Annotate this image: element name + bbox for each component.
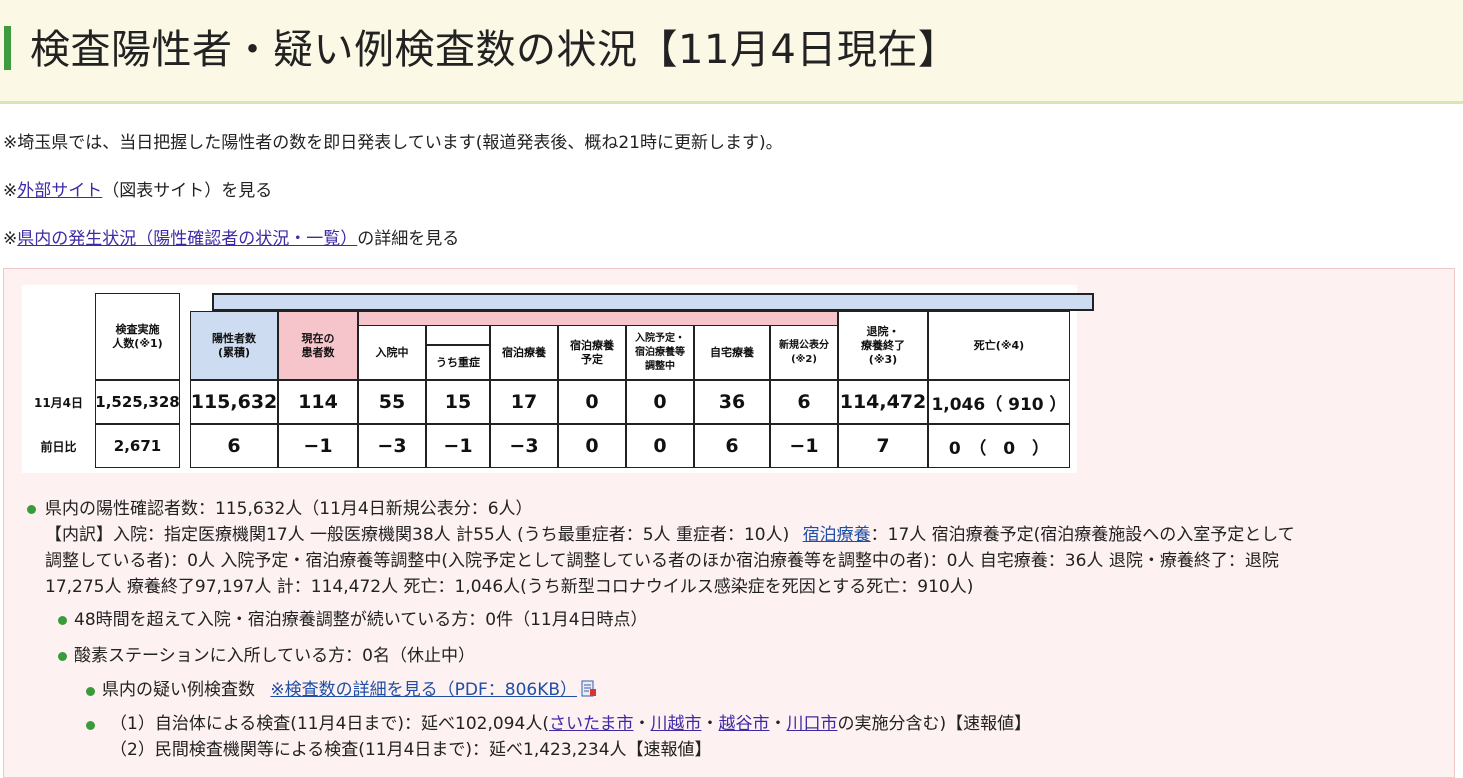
breakdown-text-1b: ：17人 宿泊療養予定(宿泊療養施設への入室予定として (870, 525, 1295, 545)
private-tests-line: （2）民間検査機関等による検査(11月4日まで)：延べ1,423,234人【速報… (110, 740, 712, 760)
external-site-line: ※外部サイト（図表サイト）を見る (3, 179, 272, 203)
cell-positives: 115,632 (190, 380, 278, 424)
breakdown-line-1: 【内訳】入院：指定医療機関17人 一般医療機関38人 計55人 (うち最重症者：… (45, 522, 1295, 548)
bullet-icon (58, 616, 67, 625)
waiting-adjustment: 48時間を超えて入院・宿泊療養調整が続いている方：0件（11月4日時点） (74, 610, 648, 630)
cell-recovered: 114,472 (838, 380, 928, 424)
local-tests-prefix: （1）自治体による検査(11月4日まで)：延べ102,094人( (110, 714, 549, 734)
header-pink-band (358, 311, 838, 325)
row-label-today: 11月4日 (33, 395, 84, 410)
row-label-diff: 前日比 (40, 439, 77, 454)
kawaguchi-city-link[interactable]: 川口市 (786, 714, 837, 734)
cell-adjusting-diff: 0 (626, 424, 694, 468)
cell-home: 36 (694, 380, 770, 424)
cell-recovered-diff: 7 (838, 424, 928, 468)
cell-tests: 1,525,328 (95, 380, 180, 424)
oxygen-station: 酸素ステーションに入所している方：0名（休止中） (74, 646, 475, 666)
title-accent-bar (4, 26, 11, 70)
cell-current-diff: −1 (278, 424, 358, 468)
outbreak-status-line: ※県内の発生状況（陽性確認者の状況・一覧）の詳細を見る (3, 227, 459, 251)
cell-new-published: 6 (770, 380, 838, 424)
bullet-icon (86, 687, 95, 696)
header-recovered: 退院・ 療養終了 (※3) (838, 311, 928, 380)
cell-home-diff: 6 (694, 424, 770, 468)
header-severe: うち重症 (426, 345, 490, 380)
separator: ・ (769, 714, 787, 734)
cell-hotel: 17 (490, 380, 558, 424)
header-hotel-planned: 宿泊療養 予定 (558, 325, 626, 380)
cell-deaths-diff: 0 （ 0 ） (928, 424, 1070, 468)
header-hospitalized: 入院中 (358, 325, 426, 380)
test-details-pdf-link[interactable]: ※検査数の詳細を見る（PDF：806KB） (270, 680, 577, 700)
header-severe-top (426, 325, 490, 345)
external-site-suffix: （図表サイト）を見る (102, 181, 273, 201)
cell-hospitalized: 55 (358, 380, 426, 424)
pdf-icon[interactable] (581, 680, 597, 700)
header-tests: 検査実施 人数(※1) (95, 293, 180, 380)
suspected-tests-label: 県内の疑い例検査数 (102, 680, 255, 700)
outbreak-status-suffix: の詳細を見る (357, 229, 460, 249)
breakdown-line-3: 17,275人 療養終了97,197人 計：114,472人 死亡：1,046人… (45, 577, 974, 597)
outbreak-status-link[interactable]: 県内の発生状況（陽性確認者の状況・一覧） (17, 229, 357, 249)
hotel-link[interactable]: 宿泊療養 (803, 525, 871, 545)
cell-severe: 15 (426, 380, 490, 424)
cell-hotel-planned-diff: 0 (558, 424, 626, 468)
note-mark: ※ (3, 181, 18, 201)
cell-hotel-diff: −3 (490, 424, 558, 468)
positives-summary: 県内の陽性確認者数：115,632人（11月4日新規公表分：6人） (45, 499, 533, 519)
separator: ・ (633, 714, 651, 734)
cell-hospitalized-diff: −3 (358, 424, 426, 468)
external-site-link[interactable]: 外部サイト (17, 181, 102, 201)
cell-deaths: 1,046（ 910 ） (928, 380, 1070, 424)
suspected-tests-line: 県内の疑い例検査数 ※検査数の詳細を見る（PDF：806KB） (102, 677, 597, 703)
header-positives: 陽性者数 (累積) (190, 311, 278, 380)
saitama-city-link[interactable]: さいたま市 (549, 714, 634, 734)
kawagoe-city-link[interactable]: 川越市 (650, 714, 701, 734)
local-tests-line: （1）自治体による検査(11月4日まで)：延べ102,094人(さいたま市・川越… (110, 711, 1031, 737)
cell-severe-diff: −1 (426, 424, 490, 468)
breakdown-line-2: 調整している者)：0人 入院予定・宿泊療養等調整中(入院予定として調整している者… (45, 551, 1279, 571)
bullet-icon (86, 721, 95, 730)
local-tests-suffix: の実施分含む)【速報値】 (837, 714, 1032, 734)
header-home: 自宅療養 (694, 325, 770, 380)
intro-note: ※埼玉県では、当日把握した陽性者の数を即日発表しています(報道発表後、概ね21時… (3, 133, 783, 153)
cell-new-published-diff: −1 (770, 424, 838, 468)
header-adjusting: 入院予定・ 宿泊療養等 調整中 (626, 325, 694, 380)
cell-tests-diff: 2,671 (95, 424, 180, 468)
separator: ・ (701, 714, 719, 734)
status-table: 検査実施 人数(※1) 陽性者数 (累積) 現在の 患者数 入院中 うち重症 宿… (22, 285, 1094, 473)
bullet-icon (58, 652, 67, 661)
header-deaths: 死亡(※4) (928, 311, 1070, 380)
note-mark: ※ (3, 229, 18, 249)
page-header: 検査陽性者・疑い例検査数の状況【11月4日現在】 (0, 0, 1463, 104)
cell-positives-diff: 6 (190, 424, 278, 468)
table-header-band (212, 293, 1094, 311)
header-new-published: 新規公表分 (※2) (770, 325, 838, 380)
cell-hotel-planned: 0 (558, 380, 626, 424)
breakdown-text-1a: 【内訳】入院：指定医療機関17人 一般医療機関38人 計55人 (うち最重症者：… (45, 525, 790, 545)
header-current: 現在の 患者数 (278, 311, 358, 380)
bullet-icon (27, 505, 36, 514)
koshigaya-city-link[interactable]: 越谷市 (718, 714, 769, 734)
page-title: 検査陽性者・疑い例検査数の状況【11月4日現在】 (30, 27, 959, 73)
cell-current: 114 (278, 380, 358, 424)
header-hotel: 宿泊療養 (490, 325, 558, 380)
cell-adjusting: 0 (626, 380, 694, 424)
